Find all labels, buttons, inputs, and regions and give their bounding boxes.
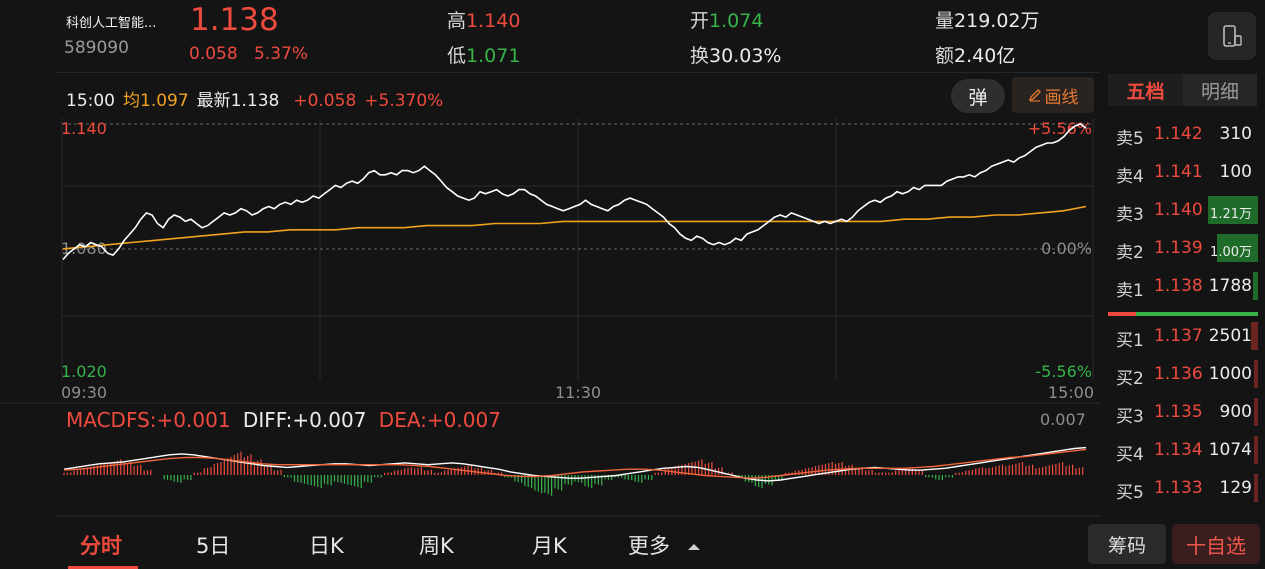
tab-monthly-k[interactable]: 月K <box>532 530 567 560</box>
macd-legend-dea: DEA:+0.007 <box>378 408 501 432</box>
y-left-label-high: 1.140 <box>61 119 107 138</box>
level-label: 卖2 <box>1116 243 1144 263</box>
tab-daily-k[interactable]: 日K <box>309 530 344 560</box>
x-tick-label: 15:00 <box>1048 383 1094 402</box>
level-price: 1.135 <box>1154 402 1203 422</box>
x-tick-label: 09:30 <box>61 383 107 402</box>
bid-level-1[interactable]: 买1 1.137 2501 <box>1108 318 1258 355</box>
add-watchlist-button[interactable]: 十自选 <box>1172 524 1260 564</box>
ask-level-1[interactable]: 卖5 1.142 310 <box>1108 116 1258 153</box>
tab-weekly-k[interactable]: 周K <box>419 530 454 560</box>
level-volume: 310 <box>1219 124 1252 144</box>
volume-bar <box>1254 474 1258 502</box>
level-volume: 1074 <box>1208 440 1252 460</box>
avg-price-line <box>62 205 1087 250</box>
landscape-toggle-button[interactable] <box>1208 12 1256 60</box>
price-series-line <box>62 123 1087 261</box>
level-label: 买4 <box>1116 445 1144 465</box>
ask-level-2[interactable]: 卖4 1.141 100 <box>1108 154 1258 191</box>
level-label: 卖1 <box>1116 281 1144 301</box>
bid-level-5[interactable]: 买5 1.133 129 <box>1108 470 1258 507</box>
macd-top-label: 0.007 <box>1040 410 1086 429</box>
level-label: 买1 <box>1116 331 1144 351</box>
volume-bar <box>1254 436 1258 464</box>
macd-legend-diff: DIFF:+0.007 <box>242 408 367 432</box>
level-volume: 1000 <box>1208 364 1252 384</box>
tab-intraday[interactable]: 分时 <box>80 530 122 560</box>
level-price: 1.138 <box>1154 276 1203 296</box>
level-price: 1.134 <box>1154 440 1203 460</box>
level-label: 卖4 <box>1116 167 1144 187</box>
tab-trade-detail[interactable]: 明细 <box>1183 74 1257 106</box>
y-right-label-high: +5.56% <box>1028 119 1092 138</box>
level-price: 1.140 <box>1154 200 1203 220</box>
y-right-label-low: -5.56% <box>1035 362 1092 381</box>
volume-bar <box>1254 398 1258 426</box>
tab-5day[interactable]: 5日 <box>196 530 230 560</box>
ask-level-3[interactable]: 卖3 1.140 1.21万 <box>1108 192 1258 229</box>
bid-level-4[interactable]: 买4 1.134 1074 <box>1108 432 1258 469</box>
level-label: 卖5 <box>1116 129 1144 149</box>
ask-level-4[interactable]: 卖2 1.139 1.00万 <box>1108 230 1258 267</box>
level-volume: 129 <box>1219 478 1252 498</box>
ask-level-5[interactable]: 卖1 1.138 1788 <box>1108 268 1258 305</box>
level-price: 1.142 <box>1154 124 1203 144</box>
level-price: 1.133 <box>1154 478 1203 498</box>
level-label: 买5 <box>1116 483 1144 503</box>
level-label: 卖3 <box>1116 205 1144 225</box>
level-volume: 900 <box>1219 402 1252 422</box>
bid-level-3[interactable]: 买3 1.135 900 <box>1108 394 1258 431</box>
order-book-separator-red <box>1108 312 1136 316</box>
phone-icon <box>1223 25 1242 47</box>
macd-legend-macdfs: MACDFS:+0.001 <box>66 408 231 432</box>
bid-level-2[interactable]: 买2 1.136 1000 <box>1108 356 1258 393</box>
macd-legend: MACDFS:+0.001 DIFF:+0.007 DEA:+0.007 <box>66 408 501 432</box>
level-price: 1.141 <box>1154 162 1203 182</box>
level-volume: 1788 <box>1208 276 1252 296</box>
volume-bar <box>1254 360 1258 388</box>
level-price: 1.136 <box>1154 364 1203 384</box>
tab-more-label: 更多 <box>628 534 670 558</box>
x-tick-label: 11:30 <box>555 383 601 402</box>
caret-up-icon <box>687 544 700 550</box>
y-right-label-base: 0.00% <box>1041 239 1092 258</box>
volume-bar <box>1253 272 1258 300</box>
tab-five-levels[interactable]: 五档 <box>1108 74 1183 106</box>
level-volume: 1.00万 <box>1210 245 1252 260</box>
level-volume: 100 <box>1219 162 1252 182</box>
level-label: 买3 <box>1116 407 1144 427</box>
level-volume: 2501 <box>1208 326 1252 346</box>
tab-more[interactable]: 更多 <box>628 530 701 560</box>
level-price: 1.137 <box>1154 326 1203 346</box>
price-chart-grid <box>0 118 1100 517</box>
intraday-price-chart[interactable]: 1.1401.0801.020+5.56%0.00%-5.56%09:30 11:… <box>0 0 1100 518</box>
level-volume: 1.21万 <box>1210 207 1252 222</box>
y-left-label-low: 1.020 <box>61 362 107 381</box>
chips-button[interactable]: 筹码 <box>1088 524 1166 564</box>
level-price: 1.139 <box>1154 238 1203 258</box>
level-label: 买2 <box>1116 369 1144 389</box>
